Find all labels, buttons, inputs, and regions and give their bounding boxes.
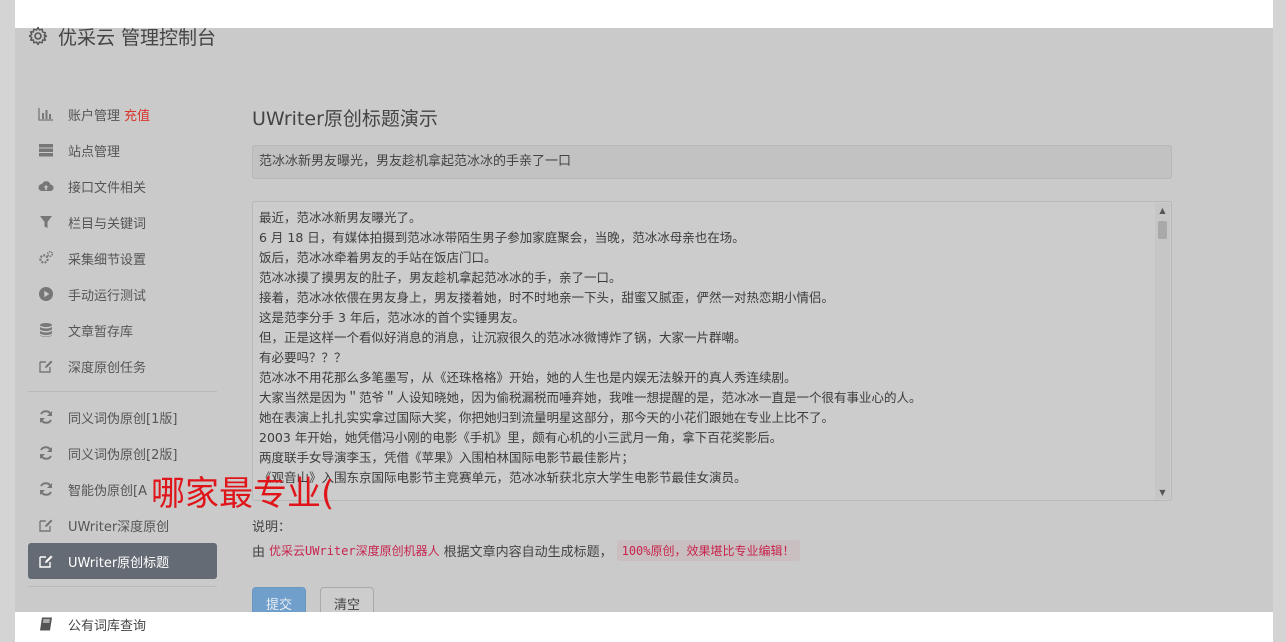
content-line: 两度联手女导演李玉，凭借《苹果》入围柏林国际电影节最佳影片；: [259, 450, 635, 465]
explain-label: 说明：: [252, 520, 292, 535]
content-line: 大家当然是因为＂范爷＂人设知晓她，因为偷税漏税而唾弃她，我唯一想提醒的是，范冰冰…: [259, 390, 922, 405]
sidebar-divider: [28, 391, 217, 392]
scroll-up-arrow-icon[interactable]: ▲: [1155, 203, 1170, 217]
edit-icon: [38, 553, 54, 569]
content-text: 最近，范冰冰新男友曝光了。 6 月 18 日，有媒体拍摄到范冰冰带陌生男子参加家庭…: [259, 208, 1151, 496]
sidebar-item-label: 站点管理: [68, 144, 121, 160]
sidebar-item-label: 手动运行测试: [68, 288, 147, 304]
sidebar-item-label: 账户管理: [68, 108, 121, 124]
content-line: 范冰冰摸了摸男友的肚子，男友趁机拿起范冰冰的手，亲了一口。: [259, 270, 622, 285]
content-line: 她在表演上扎扎实实拿过国际大奖，你把她归到流量明星这部分，那今天的小花们跟她在专…: [259, 410, 835, 425]
refresh-icon: [38, 481, 54, 497]
book-icon: [38, 616, 54, 632]
content-line: 6 月 18 日，有媒体拍摄到范冰冰带陌生男子参加家庭聚会，当晚，范冰冰母亲也在…: [259, 230, 745, 245]
content-line: 《观音山》入围东京国际电影节主竞赛单元，范冰冰斩获北京大学生电影节最佳女演员。: [259, 470, 747, 485]
explain-code-robot: 优采云UWriter深度原创机器人: [269, 544, 440, 558]
gear-icon: [28, 26, 48, 46]
content-line: 饭后，范冰冰牵着男友的手站在饭店门口。: [259, 250, 497, 265]
sidebar-item-account[interactable]: 账户管理 充值: [28, 96, 217, 132]
content-line: 最近，范冰冰新男友曝光了。: [259, 210, 422, 225]
sidebar-item-synonym-v1[interactable]: 同义词伪原创[1版]: [28, 399, 217, 435]
sidebar-item-label: 采集细节设置: [68, 252, 147, 268]
sidebar-item-label: 接口文件相关: [68, 180, 147, 196]
sidebar-item-label: UWriter原创标题: [68, 555, 170, 571]
recharge-link[interactable]: 充值: [124, 105, 150, 124]
overlay-watermark-text: 哪家最专业(: [151, 474, 335, 514]
database-icon: [38, 322, 54, 338]
sidebar-item-sites[interactable]: 站点管理: [28, 132, 217, 168]
sidebar-item-public-lexicon[interactable]: 公有词库查询: [38, 612, 146, 636]
sidebar-divider: [28, 586, 217, 587]
sidebar-item-keywords[interactable]: 栏目与关键词: [28, 204, 217, 240]
textarea-scrollbar[interactable]: ▲ ▼: [1155, 203, 1170, 499]
content-line: 有必要吗？？？: [259, 350, 347, 365]
scroll-down-arrow-icon[interactable]: ▼: [1155, 485, 1170, 499]
explain-middle: 根据文章内容自动生成标题，: [443, 545, 613, 560]
main-panel: UWriter原创标题演示 范冰冰新男友曝光，男友趁机拿起范冰冰的手亲了一口 最…: [252, 100, 1172, 620]
content-textarea[interactable]: 最近，范冰冰新男友曝光了。 6 月 18 日，有媒体拍摄到范冰冰带陌生男子参加家庭…: [252, 201, 1172, 501]
sidebar-item-label: UWriter深度原创: [68, 519, 170, 535]
sidebar-item-label: 公有词库查询: [68, 618, 147, 634]
cloud-upload-icon: [38, 178, 54, 194]
filter-icon: [38, 214, 54, 230]
content-line: 2003 年开始，她凭借冯小刚的电影《手机》里，颇有心机的小三武月一角，拿下百花…: [259, 430, 783, 445]
bottom-white-strip: [15, 612, 1273, 642]
explain-code-original: 100%原创，效果堪比专业编辑！: [616, 540, 800, 561]
play-circle-icon: [38, 286, 54, 302]
bar-chart-icon: [38, 106, 54, 122]
app-title: 优采云 管理控制台: [58, 26, 217, 49]
sidebar-item-label: 同义词伪原创[1版]: [68, 411, 178, 427]
content-line: 但，正是这样一个看似好消息的消息，让沉寂很久的范冰冰微博炸了锅，大家一片群嘲。: [259, 330, 747, 345]
page-title: UWriter原创标题演示: [252, 108, 438, 130]
sidebar-item-label: 智能伪原创[A: [68, 483, 147, 499]
title-output-field[interactable]: 范冰冰新男友曝光，男友趁机拿起范冰冰的手亲了一口: [252, 145, 1172, 179]
sidebar-item-interface[interactable]: 接口文件相关: [28, 168, 217, 204]
explain-prefix: 由: [252, 545, 266, 560]
edit-icon: [38, 358, 54, 374]
sidebar-item-uwriter-title[interactable]: UWriter原创标题: [28, 543, 217, 579]
sidebar-item-deep-original-task[interactable]: 深度原创任务: [28, 348, 217, 384]
content-line: 这是范李分手 3 年后，范冰冰的首个实锤男友。: [259, 310, 525, 325]
explain-text: 由 优采云UWriter深度原创机器人 根据文章内容自动生成标题， 100%原创…: [252, 540, 1172, 561]
sidebar-item-label: 同义词伪原创[2版]: [68, 447, 178, 463]
sidebar-item-synonym-v2[interactable]: 同义词伪原创[2版]: [28, 435, 217, 471]
app-brand[interactable]: 优采云 管理控制台: [28, 22, 216, 50]
edit-icon: [38, 517, 54, 533]
sidebar-item-collect-settings[interactable]: 采集细节设置: [28, 240, 217, 276]
sidebar-item-label: 栏目与关键词: [68, 216, 147, 232]
sidebar-item-manual-run[interactable]: 手动运行测试: [28, 276, 217, 312]
sidebar-item-label: 文章暂存库: [68, 324, 134, 340]
content-line: 接着，范冰冰依偎在男友身上，男友搂着她，时不时地亲一下头，甜蜜又腻歪，俨然一对热…: [259, 290, 835, 305]
sidebar-item-article-store[interactable]: 文章暂存库: [28, 312, 217, 348]
cogs-icon: [38, 250, 54, 266]
sidebar: 账户管理 充值 站点管理 接口文件相关 栏目与关键词 采集细节设置 手动运行测试…: [28, 96, 217, 594]
server-icon: [38, 142, 54, 158]
refresh-icon: [38, 409, 54, 425]
scroll-thumb[interactable]: [1158, 221, 1167, 239]
refresh-icon: [38, 445, 54, 461]
content-line: 范冰冰不用花那么多笔墨写，从《还珠格格》开始，她的人生也是内娱无法躲开的真人秀连…: [259, 370, 797, 385]
sidebar-item-label: 深度原创任务: [68, 360, 147, 376]
